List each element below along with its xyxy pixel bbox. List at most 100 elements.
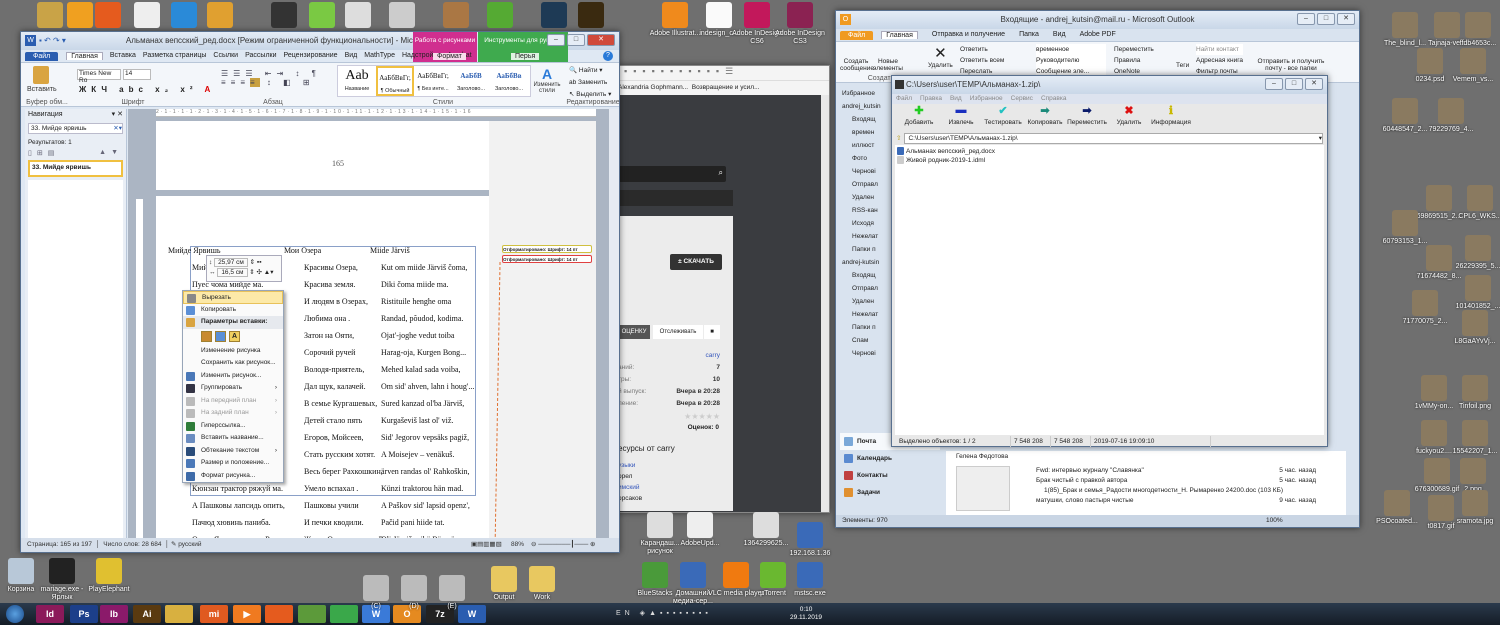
- toolbar-button[interactable]: ℹ Информация: [1150, 104, 1192, 132]
- desktop-icon[interactable]: [472, 2, 528, 30]
- replace-button[interactable]: ab Заменить: [569, 77, 611, 89]
- toolbar-button[interactable]: ✚ Добавить: [898, 104, 940, 132]
- desktop-icon[interactable]: Tinfoil.png: [1447, 375, 1500, 411]
- comment-balloon[interactable]: Отформатировано: Шрифт: 14 пт: [502, 255, 592, 263]
- folder-item[interactable]: Исходя: [840, 217, 890, 230]
- paragraph-buttons[interactable]: ☰☰☰ ⇤⇥ ↕ ¶ ≡≡≡≡ ↕ ◧ ⊞: [221, 69, 321, 87]
- message-item[interactable]: Fwd: интервью журналу "Славянка" 5 час. н…: [1036, 466, 1326, 476]
- find-button[interactable]: 🔍 Найти ▾: [569, 65, 611, 77]
- toolbar-button[interactable]: ▬ Извлечь: [940, 104, 982, 132]
- view-buttons[interactable]: ▣▤▥▦▧: [471, 538, 502, 552]
- taskbar-app[interactable]: Ps: [70, 605, 98, 623]
- style-1[interactable]: АаБбВвГг, ¶ Обычный: [376, 66, 414, 96]
- tab-file[interactable]: Файл: [25, 51, 59, 61]
- folder-item[interactable]: RSS-кан: [840, 204, 890, 217]
- desktop-icon[interactable]: 60793153_1...: [1377, 210, 1433, 246]
- menu-item[interactable]: Правка: [920, 94, 942, 104]
- paste-keep-format-icon[interactable]: [201, 331, 212, 342]
- nav-result-item[interactable]: 33. Мийде ярвишь: [28, 160, 123, 177]
- toolbar-button[interactable]: ➡ Копировать: [1024, 104, 1066, 132]
- tab-0[interactable]: Главная: [881, 31, 918, 39]
- tab-3[interactable]: Вид: [1053, 31, 1066, 39]
- bookmark[interactable]: Возвращение и усил...: [692, 84, 760, 91]
- vertical-scrollbar[interactable]: [609, 109, 619, 538]
- desktop-icon[interactable]: AdobeUpd...: [672, 512, 728, 548]
- tab-2[interactable]: Разметка страницы: [143, 52, 207, 60]
- folder-item[interactable]: Избранное: [840, 87, 890, 100]
- context-menu-item[interactable]: На передний план: [183, 395, 283, 408]
- tab-1[interactable]: Отправка и получение: [932, 31, 1005, 39]
- desktop-icon[interactable]: 2.png: [1445, 458, 1500, 494]
- close-button[interactable]: ✕: [1337, 13, 1355, 25]
- style-0[interactable]: Aab Название: [338, 66, 376, 96]
- folder-item[interactable]: Папки п: [840, 243, 890, 256]
- find-contact-input[interactable]: Найти контакт: [1196, 44, 1244, 55]
- tags-button[interactable]: Теги: [1176, 62, 1189, 69]
- desktop-icon[interactable]: L8GaAYvVj...: [1447, 310, 1500, 346]
- desktop-icon[interactable]: 192.168.1.36: [782, 522, 838, 558]
- nav-view-tabs[interactable]: ▯⊞▤ ▲▼: [25, 149, 126, 157]
- comment-balloon[interactable]: Отформатировано: Шрифт: 14 пт: [502, 245, 592, 253]
- maximize-button[interactable]: □: [1317, 13, 1335, 25]
- nav-button[interactable]: Календарь: [840, 450, 940, 467]
- tab-7[interactable]: MathType: [364, 52, 395, 60]
- message-item[interactable]: матушки, слово пастыря чистые 9 час. наза…: [1036, 496, 1326, 506]
- folder-item[interactable]: Фото: [840, 152, 890, 165]
- system-tray[interactable]: EN ◈▲▪▪▪▪▪▪▪▪: [616, 609, 712, 617]
- folder-item[interactable]: Входящ: [840, 113, 890, 126]
- clock[interactable]: 0:10 29.11.2019: [790, 606, 822, 622]
- close-button[interactable]: ✕: [587, 34, 615, 46]
- folder-item[interactable]: Отправл: [840, 282, 890, 295]
- folder-item[interactable]: иллюст: [840, 139, 890, 152]
- tab-format[interactable]: Формат: [433, 52, 466, 60]
- menu-item[interactable]: Справка: [1041, 94, 1067, 104]
- desktop-icon[interactable]: CPL6_WKS...: [1452, 185, 1500, 221]
- maximize-button[interactable]: □: [1285, 78, 1303, 90]
- context-menu-item[interactable]: Группировать: [183, 382, 283, 395]
- tab-file[interactable]: Файл: [840, 30, 874, 40]
- folder-item[interactable]: Нежелат: [840, 230, 890, 243]
- bookmark[interactable]: Alexandria Gophmann...: [618, 84, 688, 91]
- desktop-icon[interactable]: 79229769_4...: [1423, 98, 1479, 134]
- menu-item[interactable]: Вид: [950, 94, 962, 104]
- message-item[interactable]: Брак чистый с правкой автора 5 час. назад: [1036, 476, 1326, 486]
- send-receive-button[interactable]: Отправить и получить почту - все папки: [1256, 58, 1326, 72]
- style-3[interactable]: АаБбВ Заголово...: [452, 66, 490, 96]
- taskbar-app[interactable]: [265, 605, 293, 623]
- paste-button[interactable]: Вставить: [27, 66, 57, 93]
- follow-button[interactable]: Отслеживать: [653, 325, 703, 339]
- folder-item[interactable]: andrej-kutsin: [840, 256, 890, 269]
- desktop-icon[interactable]: 15542207_1...: [1447, 420, 1500, 456]
- nav-search-input[interactable]: 33. Мийде ярвишь ✕▾: [28, 123, 123, 134]
- folder-item[interactable]: Входящ: [840, 269, 890, 282]
- folder-item[interactable]: времен: [840, 126, 890, 139]
- font-name-select[interactable]: Times New Ro: [77, 69, 121, 84]
- close-button[interactable]: ✕: [1305, 78, 1323, 90]
- context-menu-item[interactable]: Вырезать: [183, 291, 283, 304]
- folder-item[interactable]: andrej_kutsin: [840, 100, 890, 113]
- folder-item[interactable]: Черновi: [840, 347, 890, 360]
- start-button[interactable]: [6, 605, 24, 623]
- address-book-button[interactable]: Адресная книга: [1196, 55, 1243, 66]
- tab-3[interactable]: Ссылки: [213, 52, 238, 60]
- paste-text-only-icon[interactable]: A: [229, 331, 240, 342]
- folder-item[interactable]: Спам: [840, 334, 890, 347]
- nav-button[interactable]: Контакты: [840, 467, 940, 484]
- menu-item[interactable]: Сервис: [1011, 94, 1033, 104]
- desktop-icon[interactable]: [563, 2, 619, 30]
- page-indicator[interactable]: Страница: 165 из 197: [27, 541, 92, 548]
- desktop-icon[interactable]: ffdb4653c...: [1450, 12, 1500, 48]
- minimize-button[interactable]: –: [1265, 78, 1283, 90]
- context-menu-item[interactable]: Размер и положение...: [183, 457, 283, 470]
- reply-all-button[interactable]: Ответить всем: [960, 55, 1004, 66]
- maximize-button[interactable]: □: [567, 34, 585, 46]
- context-menu-item[interactable]: Изменение рисунка: [183, 345, 283, 358]
- desktop-icon[interactable]: (E): [424, 575, 480, 611]
- taskbar-app[interactable]: Ai: [133, 605, 161, 623]
- desktop-icon[interactable]: Adobe InDesign CS3: [772, 2, 828, 46]
- reply-button[interactable]: Ответить: [960, 44, 1004, 55]
- desktop-icon[interactable]: mstsc.exe: [782, 562, 838, 598]
- nav-button[interactable]: Задачи: [840, 484, 940, 501]
- resource-link[interactable]: узыки: [618, 460, 642, 471]
- change-styles-button[interactable]: A Изменить стили: [533, 66, 561, 94]
